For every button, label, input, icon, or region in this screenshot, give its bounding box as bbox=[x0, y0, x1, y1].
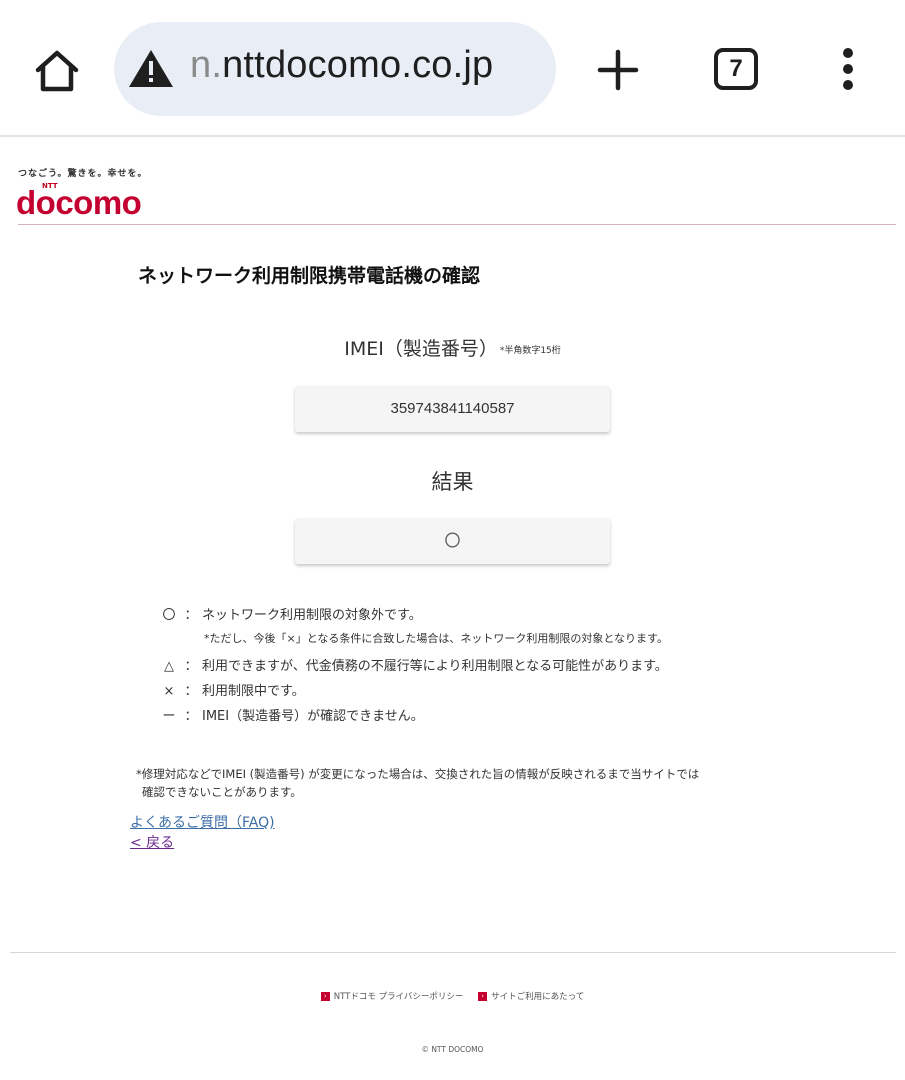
legend-text: ネットワーク利用制限の対象外です。 bbox=[202, 608, 422, 623]
imei-label: IMEI（製造番号） *半角数字15桁 bbox=[0, 334, 905, 361]
repair-footnote: *修理対応などでIMEI (製造番号) が変更になった場合は、交換された旨の情報… bbox=[136, 765, 796, 801]
header-divider bbox=[18, 224, 896, 225]
warning-icon[interactable] bbox=[128, 48, 174, 88]
privacy-policy-label: NTTドコモ プライバシーポリシー bbox=[333, 992, 464, 1002]
home-icon[interactable] bbox=[30, 44, 84, 98]
legend-colon: ： bbox=[184, 684, 198, 699]
docomo-logo[interactable]: docomo bbox=[16, 184, 142, 222]
imei-label-text: IMEI（製造番号） bbox=[344, 338, 498, 360]
page-title: ネットワーク利用制限携帯電話機の確認 bbox=[138, 265, 481, 287]
footer-links: › NTTドコモ プライバシーポリシー › サイトご利用にあたって bbox=[0, 990, 905, 1002]
legend-symbol: △ bbox=[164, 659, 174, 674]
arrow-right-icon: › bbox=[478, 991, 488, 1001]
site-terms-label: サイトご利用にあたって bbox=[491, 992, 585, 1002]
legend-item-warning: △ ： 利用できますが、代金債務の不履行等により利用制限となる可能性があります。 bbox=[158, 655, 668, 674]
site-terms-link[interactable]: › サイトご利用にあたって bbox=[478, 990, 584, 1002]
result-label: 結果 bbox=[431, 470, 474, 494]
faq-link[interactable]: よくあるご質問（FAQ) bbox=[130, 812, 275, 832]
arrow-right-icon: › bbox=[320, 991, 330, 1001]
legend-text: 利用制限中です。 bbox=[202, 684, 305, 699]
result-field: 〇 bbox=[295, 518, 610, 564]
legend-colon: ： bbox=[184, 659, 198, 674]
url-text[interactable]: n.nttdocomo.co.jp bbox=[190, 44, 493, 87]
privacy-policy-link[interactable]: › NTTドコモ プライバシーポリシー bbox=[320, 990, 464, 1002]
url-domain: nttdocomo.co.jp bbox=[222, 44, 494, 86]
footnote-line: 確認できないことがあります。 bbox=[142, 785, 302, 799]
toolbar-divider bbox=[0, 135, 905, 137]
imei-field[interactable]: 359743841140587 bbox=[295, 386, 610, 432]
tab-switcher-button[interactable]: 7 bbox=[714, 48, 758, 90]
brand-tagline: つなごう。驚きを。幸せを。 bbox=[18, 169, 148, 179]
legend-item-ok: 〇 ： ネットワーク利用制限の対象外です。 bbox=[158, 604, 422, 623]
legend-item-restricted: × ： 利用制限中です。 bbox=[158, 680, 305, 699]
copyright: © NTT DOCOMO bbox=[421, 1045, 484, 1054]
legend-symbol: ー bbox=[162, 709, 176, 724]
legend-colon: ： bbox=[184, 709, 198, 724]
legend-symbol: 〇 bbox=[162, 608, 176, 623]
legend-colon: ： bbox=[184, 608, 198, 623]
footer-divider bbox=[10, 952, 896, 953]
legend-text: 利用できますが、代金債務の不履行等により利用制限となる可能性があります。 bbox=[202, 659, 668, 674]
legend-symbol: × bbox=[163, 684, 175, 699]
more-vert-icon[interactable] bbox=[834, 46, 862, 92]
back-link[interactable]: < 戻る bbox=[130, 832, 174, 852]
legend-note: *ただし、今後「×」となる条件に合致した場合は、ネットワーク利用制限の対象となり… bbox=[204, 632, 668, 645]
imei-note: *半角数字15桁 bbox=[499, 346, 561, 356]
plus-icon[interactable] bbox=[596, 48, 640, 92]
browser-toolbar: n.nttdocomo.co.jp 7 bbox=[0, 0, 905, 136]
legend-text: IMEI（製造番号）が確認できません。 bbox=[202, 709, 424, 724]
footnote-line: *修理対応などでIMEI (製造番号) が変更になった場合は、交換された旨の情報… bbox=[136, 767, 700, 781]
url-prefix: n. bbox=[190, 44, 223, 86]
legend-item-unknown: ー ： IMEI（製造番号）が確認できません。 bbox=[158, 705, 424, 724]
